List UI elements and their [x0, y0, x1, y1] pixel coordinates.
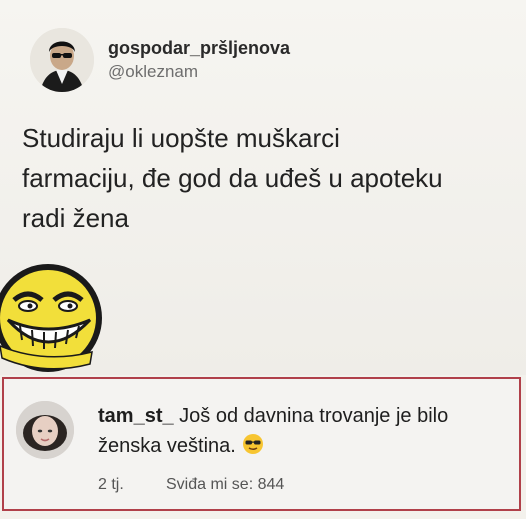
- sunglasses-emoji-icon: [242, 433, 264, 464]
- troll-face-icon: [0, 264, 102, 372]
- troll-face-watermark: [0, 260, 102, 380]
- avatar-image: [16, 401, 74, 459]
- comment-text: tam_st_ Još od davnina trovanje je bilo …: [98, 401, 518, 464]
- comment-line: ženska veština.: [98, 435, 236, 457]
- author-handle[interactable]: @okleznam: [108, 61, 290, 83]
- comment-line: Još od davnina trovanje je bilo: [179, 405, 449, 427]
- tweet-text-line: farmaciju, đe god da uđeš u apoteku: [22, 163, 443, 193]
- author-avatar[interactable]: [30, 28, 94, 92]
- comment-username[interactable]: tam_st_: [98, 405, 174, 427]
- highlighted-comment: tam_st_ Još od davnina trovanje je bilo …: [2, 377, 521, 511]
- tweet-text-line: radi žena: [22, 203, 129, 233]
- author-name[interactable]: gospodar_pršljenova: [108, 37, 290, 59]
- author-text: gospodar_pršljenova @okleznam: [108, 37, 290, 83]
- tweet-text: Studiraju li uopšte muškarci farmaciju, …: [22, 118, 512, 238]
- tweet-text-line: Studiraju li uopšte muškarci: [22, 123, 340, 153]
- comment-content: tam_st_ Još od davnina trovanje je bilo …: [98, 401, 518, 494]
- author-row: gospodar_pršljenova @okleznam: [30, 28, 290, 92]
- commenter-avatar[interactable]: [16, 401, 74, 459]
- comment-time[interactable]: 2 tj.: [98, 476, 166, 494]
- comment-meta: 2 tj. Sviđa mi se: 844: [98, 476, 518, 494]
- comment-likes[interactable]: Sviđa mi se: 844: [166, 476, 284, 494]
- avatar-image: [30, 28, 94, 92]
